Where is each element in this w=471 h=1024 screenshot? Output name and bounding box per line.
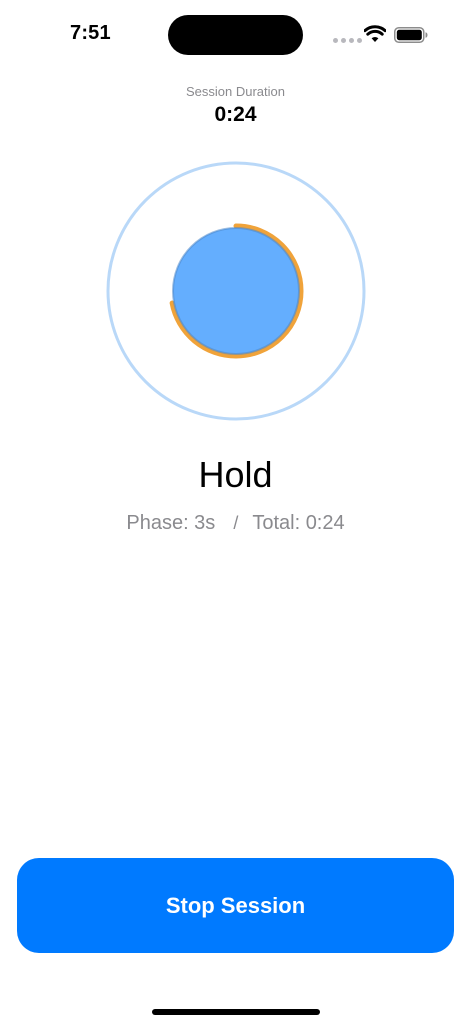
breathing-visual (106, 161, 366, 421)
breath-circle (172, 227, 300, 355)
home-indicator[interactable] (152, 1009, 320, 1015)
phase-info: Phase: 3s / Total: 0:24 (0, 512, 471, 535)
session-duration-label: Session Duration (186, 84, 285, 99)
status-time: 7:51 (70, 22, 111, 44)
status-bar: 7:51 (0, 0, 471, 70)
battery-icon (394, 27, 428, 43)
stop-session-button[interactable]: Stop Session (17, 858, 454, 953)
phase-separator: / (233, 513, 239, 533)
session-duration-value: 0:24 (214, 103, 257, 126)
signal-dots-icon (333, 38, 362, 43)
dynamic-island (168, 15, 303, 55)
wifi-icon (364, 25, 386, 42)
phase-title: Hold (198, 454, 273, 495)
phase-duration: Phase: 3s (126, 512, 216, 534)
total-duration: Total: 0:24 (252, 512, 345, 534)
